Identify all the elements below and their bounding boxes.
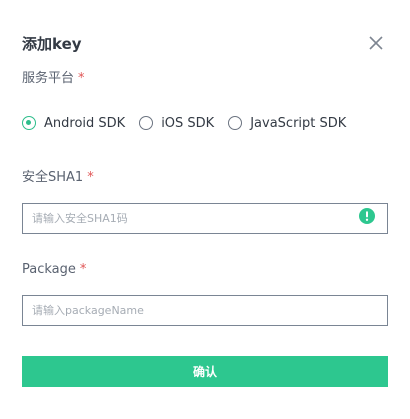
radio-android-circle[interactable] [22, 116, 36, 130]
platform-label-text: 服务平台 [22, 71, 75, 86]
platform-label: 服务平台 * [22, 70, 85, 88]
package-label: Package * [22, 261, 86, 279]
radio-android-label: Android SDK [44, 115, 126, 131]
confirm-button[interactable]: 确认 [22, 356, 388, 387]
platform-radio-group: Android SDK iOS SDK JavaScript SDK [22, 113, 360, 133]
required-mark: * [87, 170, 94, 185]
required-mark: * [78, 71, 85, 86]
radio-javascript-sdk[interactable]: JavaScript SDK [228, 116, 346, 131]
radio-android-sdk[interactable]: Android SDK [22, 116, 125, 131]
sha1-label: 安全SHA1 * [22, 169, 94, 187]
close-icon[interactable] [365, 32, 387, 54]
sha1-input[interactable] [22, 203, 388, 234]
radio-javascript-label: JavaScript SDK [250, 115, 347, 131]
radio-ios-sdk[interactable]: iOS SDK [139, 116, 214, 131]
add-key-dialog: 添加key 服务平台 * Android SDK iOS SDK JavaScri… [0, 0, 410, 419]
sha1-label-text: 安全SHA1 [22, 170, 84, 185]
radio-ios-label: iOS SDK [161, 115, 215, 131]
radio-javascript-circle[interactable] [228, 116, 243, 130]
dialog-title: 添加key [22, 35, 82, 53]
package-name-input[interactable] [22, 295, 388, 326]
package-label-text: Package [22, 262, 76, 277]
warning-icon [359, 208, 375, 224]
required-mark: * [79, 262, 87, 277]
radio-ios-circle[interactable] [139, 116, 154, 130]
